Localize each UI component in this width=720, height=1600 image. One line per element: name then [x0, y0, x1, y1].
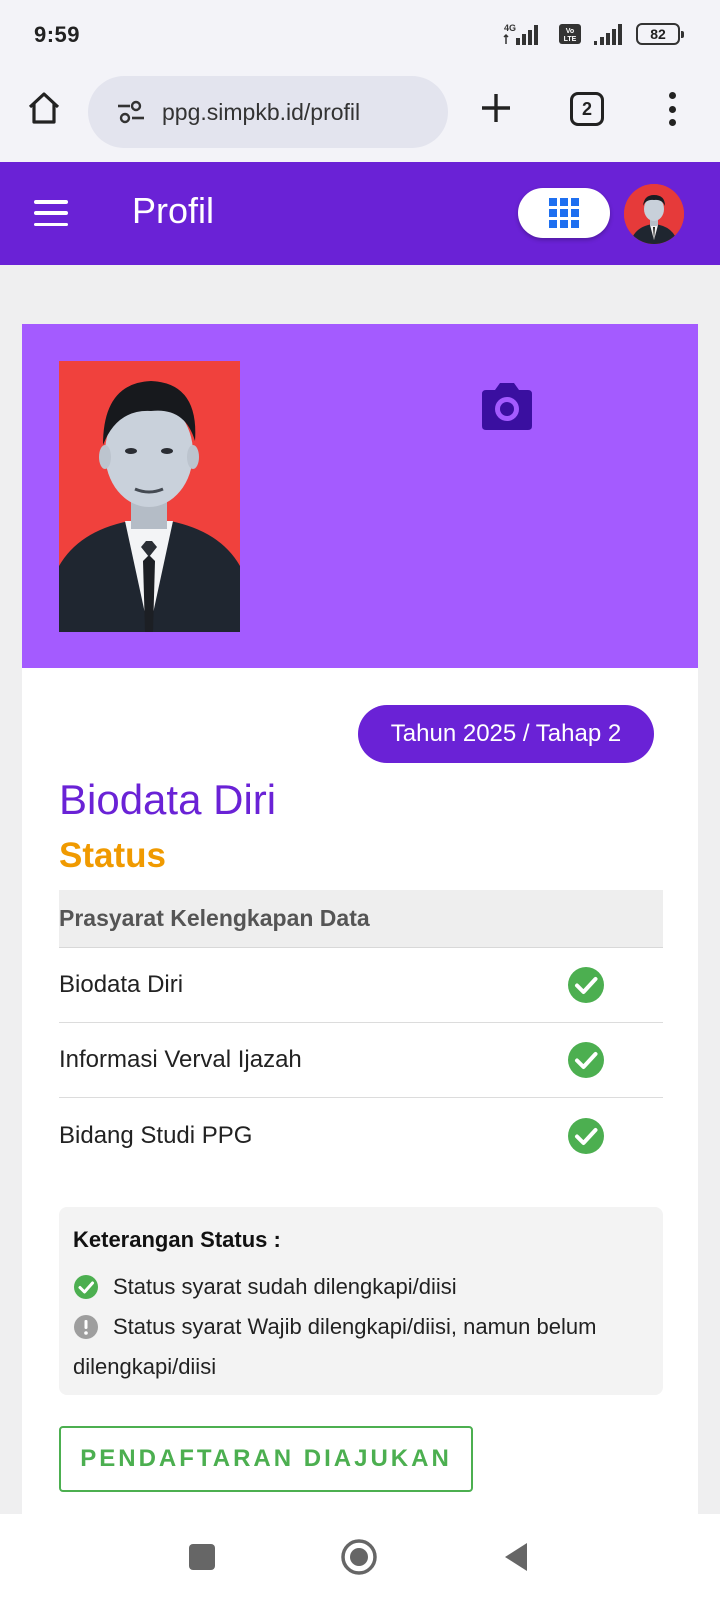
- battery-level: 82: [650, 26, 666, 42]
- check-circle-icon: [74, 1275, 98, 1299]
- check-circle-icon: [568, 967, 604, 1003]
- new-tab-icon[interactable]: [478, 90, 514, 126]
- check-circle-icon: [568, 1042, 604, 1078]
- apps-grid-button[interactable]: [518, 188, 610, 238]
- site-settings-icon[interactable]: [116, 100, 146, 124]
- avatar[interactable]: [624, 184, 684, 244]
- requirements-header: Prasyarat Kelengkapan Data: [59, 890, 663, 948]
- profile-card: Tahun 2025 / Tahap 2 Biodata Diri Status…: [22, 324, 698, 1514]
- exclamation-circle-icon: [74, 1315, 98, 1339]
- battery-icon: 82: [636, 23, 684, 45]
- status-legend: Keterangan Status : Status syarat sudah …: [59, 1207, 663, 1395]
- url-text: ppg.simpkb.id/profil: [162, 98, 361, 125]
- legend-item-complete: Status syarat sudah dilengkapi/diisi: [73, 1267, 649, 1307]
- requirement-label: Biodata Diri: [59, 971, 184, 998]
- camera-icon[interactable]: [478, 380, 536, 432]
- requirements-table: Prasyarat Kelengkapan Data Biodata Diri …: [59, 890, 663, 1173]
- clock: 9:59: [34, 22, 81, 47]
- section-title: Biodata Diri: [59, 776, 277, 823]
- svg-text:Vo: Vo: [566, 28, 574, 35]
- profile-header: [22, 324, 698, 668]
- period-badge: Tahun 2025 / Tahap 2: [358, 705, 654, 763]
- app-bar: Profil: [0, 162, 720, 265]
- legend-complete-text: Status syarat sudah dilengkapi/diisi: [113, 1274, 457, 1299]
- browser-toolbar: ppg.simpkb.id/profil 2: [0, 68, 720, 162]
- volte-icon: Vo LTE: [559, 24, 581, 44]
- registration-submitted-button[interactable]: PENDAFTARAN DIAJUKAN: [59, 1426, 473, 1492]
- recents-icon[interactable]: [189, 1544, 215, 1570]
- svg-text:4G: 4G: [504, 23, 516, 33]
- legend-pending-text: Status syarat Wajib dilengkapi/diisi, na…: [73, 1314, 597, 1379]
- avatar-photo: [624, 184, 684, 244]
- svg-text:LTE: LTE: [564, 36, 577, 43]
- profile-photo: [59, 361, 240, 632]
- status-icons: 4G Vo LTE 82: [502, 22, 684, 46]
- back-icon[interactable]: [501, 1540, 531, 1574]
- signal-icon: [594, 24, 622, 45]
- screen: 9:59 4G Vo LTE 82 ppg.simpkb.id/profil 2…: [0, 0, 720, 1600]
- requirement-label: Informasi Verval Ijazah: [59, 1046, 302, 1073]
- tab-switcher-button[interactable]: 2: [570, 92, 604, 126]
- home-circle-icon[interactable]: [340, 1538, 378, 1576]
- page-title: Profil: [132, 190, 215, 231]
- more-menu-icon[interactable]: [664, 92, 680, 126]
- table-row: Informasi Verval Ijazah: [59, 1023, 663, 1098]
- legend-title: Keterangan Status :: [73, 1227, 281, 1252]
- apps-grid-icon: [549, 198, 579, 228]
- legend-item-pending: Status syarat Wajib dilengkapi/diisi, na…: [73, 1307, 649, 1387]
- home-icon[interactable]: [24, 88, 64, 128]
- status-bar: 9:59 4G Vo LTE 82: [0, 0, 720, 68]
- check-circle-icon: [568, 1117, 604, 1154]
- requirement-label: Bidang Studi PPG: [59, 1121, 253, 1149]
- system-nav-bar: [0, 1514, 720, 1600]
- status-heading: Status: [59, 836, 166, 875]
- address-bar[interactable]: ppg.simpkb.id/profil: [88, 76, 448, 148]
- signal-4g-icon: 4G: [503, 23, 538, 45]
- requirements-header-label: Prasyarat Kelengkapan Data: [59, 905, 370, 931]
- table-row: Bidang Studi PPG: [59, 1098, 663, 1173]
- table-row: Biodata Diri: [59, 948, 663, 1023]
- hamburger-menu-icon[interactable]: [34, 200, 68, 226]
